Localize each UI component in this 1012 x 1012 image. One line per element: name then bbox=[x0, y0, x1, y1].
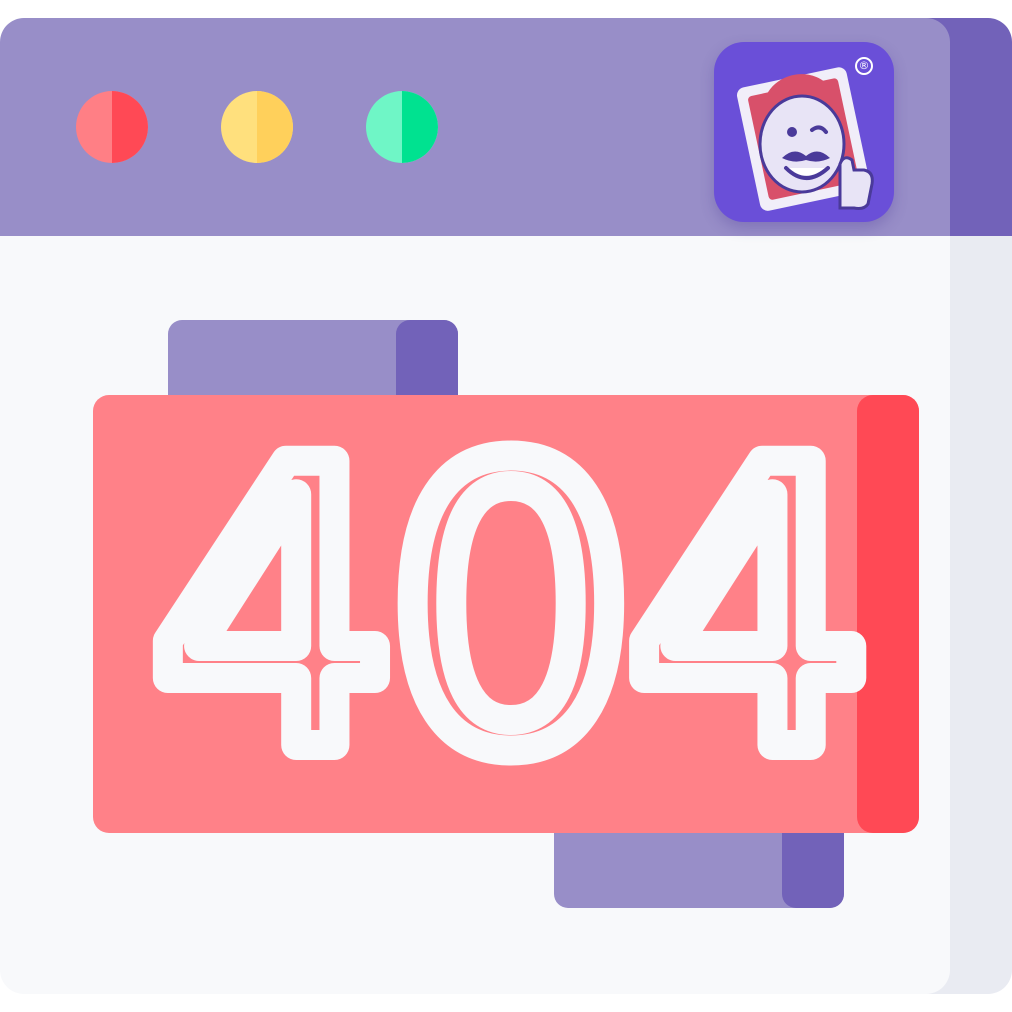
registered-mark: ® bbox=[858, 59, 870, 72]
brand-logo[interactable]: ® bbox=[714, 42, 894, 222]
error-404-illustration: ® 404 bbox=[0, 0, 1012, 1012]
maximize-window-button[interactable] bbox=[366, 91, 438, 163]
error-code-text: 404 bbox=[149, 395, 863, 833]
error-code: 404 bbox=[93, 395, 919, 833]
minimize-window-button[interactable] bbox=[221, 91, 293, 163]
close-window-button[interactable] bbox=[76, 91, 148, 163]
